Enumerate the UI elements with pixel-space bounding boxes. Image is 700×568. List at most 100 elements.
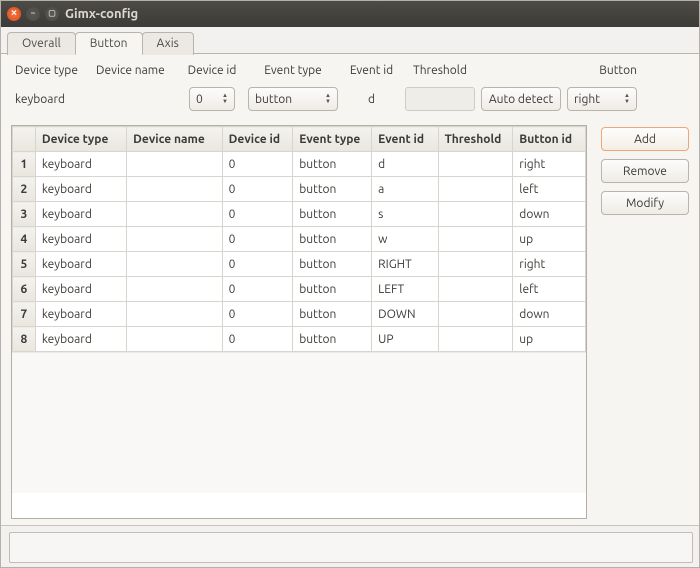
col-event-type[interactable]: Event type xyxy=(293,127,372,152)
cell-event-type[interactable]: button xyxy=(293,152,372,177)
table-row[interactable]: 6keyboard 0buttonLEFT left xyxy=(13,277,586,302)
minimize-icon[interactable]: – xyxy=(26,7,40,21)
cell-device-id[interactable]: 0 xyxy=(222,227,293,252)
table-row[interactable]: 2keyboard 0buttona left xyxy=(13,177,586,202)
row-number[interactable]: 5 xyxy=(13,252,36,277)
cell-event-type[interactable]: button xyxy=(293,327,372,352)
cell-threshold[interactable] xyxy=(438,152,513,177)
remove-button[interactable]: Remove xyxy=(601,159,689,183)
cell-event-id[interactable]: DOWN xyxy=(372,302,438,327)
cell-device-name[interactable] xyxy=(127,152,223,177)
cell-event-type[interactable]: button xyxy=(293,177,372,202)
tab-axis[interactable]: Axis xyxy=(142,32,194,55)
cell-button-id[interactable]: right xyxy=(513,252,586,277)
cell-device-id[interactable]: 0 xyxy=(222,302,293,327)
device-id-spinner[interactable]: 0 ▲▼ xyxy=(189,87,235,111)
cell-threshold[interactable] xyxy=(438,177,513,202)
cell-device-name[interactable] xyxy=(127,302,223,327)
cell-device-id[interactable]: 0 xyxy=(222,202,293,227)
row-number[interactable]: 6 xyxy=(13,277,36,302)
cell-button-id[interactable]: up xyxy=(513,227,586,252)
cell-event-id[interactable]: UP xyxy=(372,327,438,352)
add-button[interactable]: Add xyxy=(601,127,689,151)
cell-event-id[interactable]: d xyxy=(372,152,438,177)
row-number[interactable]: 8 xyxy=(13,327,36,352)
cell-event-type[interactable]: button xyxy=(293,227,372,252)
cell-device-type[interactable]: keyboard xyxy=(35,327,126,352)
maximize-icon[interactable]: ▢ xyxy=(45,7,59,21)
label-device-type: Device type xyxy=(15,64,90,77)
cell-button-id[interactable]: down xyxy=(513,302,586,327)
col-device-type[interactable]: Device type xyxy=(35,127,126,152)
cell-threshold[interactable] xyxy=(438,327,513,352)
cell-threshold[interactable] xyxy=(438,227,513,252)
cell-button-id[interactable]: up xyxy=(513,327,586,352)
button-combo[interactable]: right ▲▼ xyxy=(567,87,637,111)
table-row[interactable]: 1keyboard 0buttond right xyxy=(13,152,586,177)
table-row[interactable]: 5keyboard 0buttonRIGHT right xyxy=(13,252,586,277)
modify-button[interactable]: Modify xyxy=(601,191,689,215)
cell-button-id[interactable]: down xyxy=(513,202,586,227)
cell-device-id[interactable]: 0 xyxy=(222,177,293,202)
col-event-id[interactable]: Event id xyxy=(372,127,438,152)
cell-threshold[interactable] xyxy=(438,202,513,227)
cell-device-type[interactable]: keyboard xyxy=(35,152,126,177)
cell-device-type[interactable]: keyboard xyxy=(35,202,126,227)
cell-device-id[interactable]: 0 xyxy=(222,152,293,177)
cell-device-type[interactable]: keyboard xyxy=(35,277,126,302)
auto-detect-button[interactable]: Auto detect xyxy=(481,87,561,111)
cell-device-id[interactable]: 0 xyxy=(222,277,293,302)
table-row[interactable]: 3keyboard 0buttons down xyxy=(13,202,586,227)
row-number[interactable]: 7 xyxy=(13,302,36,327)
cell-event-type[interactable]: button xyxy=(293,252,372,277)
col-device-id[interactable]: Device id xyxy=(222,127,293,152)
cell-device-name[interactable] xyxy=(127,227,223,252)
cell-device-name[interactable] xyxy=(127,277,223,302)
col-button-id[interactable]: Button id xyxy=(513,127,586,152)
cell-event-type[interactable]: button xyxy=(293,202,372,227)
table-row[interactable]: 8keyboard 0buttonUP up xyxy=(13,327,586,352)
close-icon[interactable]: ✕ xyxy=(7,7,21,21)
cell-threshold[interactable] xyxy=(438,302,513,327)
side-buttons: Add Remove Modify xyxy=(601,125,689,519)
cell-device-name[interactable] xyxy=(127,202,223,227)
threshold-field[interactable] xyxy=(405,87,475,111)
cell-button-id[interactable]: right xyxy=(513,152,586,177)
cell-device-id[interactable]: 0 xyxy=(222,252,293,277)
row-number[interactable]: 4 xyxy=(13,227,36,252)
cell-device-name[interactable] xyxy=(127,177,223,202)
event-type-combo[interactable]: button ▲▼ xyxy=(248,87,338,111)
form-labels: Device type Device name Device id Event … xyxy=(11,62,689,79)
cell-device-name[interactable] xyxy=(127,327,223,352)
cell-event-id[interactable]: RIGHT xyxy=(372,252,438,277)
cell-device-type[interactable]: keyboard xyxy=(35,252,126,277)
cell-device-id[interactable]: 0 xyxy=(222,327,293,352)
cell-event-id[interactable]: a xyxy=(372,177,438,202)
cell-device-type[interactable]: keyboard xyxy=(35,227,126,252)
cell-button-id[interactable]: left xyxy=(513,177,586,202)
cell-event-type[interactable]: button xyxy=(293,302,372,327)
event-type-value: button xyxy=(255,93,292,106)
cell-event-type[interactable]: button xyxy=(293,277,372,302)
row-number[interactable]: 3 xyxy=(13,202,36,227)
cell-event-id[interactable]: LEFT xyxy=(372,277,438,302)
cell-device-type[interactable]: keyboard xyxy=(35,177,126,202)
row-number[interactable]: 1 xyxy=(13,152,36,177)
mapping-grid[interactable]: Device type Device name Device id Event … xyxy=(11,125,587,519)
status-text xyxy=(9,532,693,563)
col-device-name[interactable]: Device name xyxy=(127,127,223,152)
row-number[interactable]: 2 xyxy=(13,177,36,202)
table-row[interactable]: 7keyboard 0buttonDOWN down xyxy=(13,302,586,327)
label-button: Button xyxy=(567,64,637,77)
tab-overall[interactable]: Overall xyxy=(7,32,76,55)
cell-button-id[interactable]: left xyxy=(513,277,586,302)
col-threshold[interactable]: Threshold xyxy=(438,127,513,152)
tab-button[interactable]: Button xyxy=(75,32,143,55)
cell-event-id[interactable]: s xyxy=(372,202,438,227)
table-row[interactable]: 4keyboard 0buttonw up xyxy=(13,227,586,252)
cell-event-id[interactable]: w xyxy=(372,227,438,252)
cell-device-type[interactable]: keyboard xyxy=(35,302,126,327)
cell-threshold[interactable] xyxy=(438,277,513,302)
cell-threshold[interactable] xyxy=(438,252,513,277)
cell-device-name[interactable] xyxy=(127,252,223,277)
